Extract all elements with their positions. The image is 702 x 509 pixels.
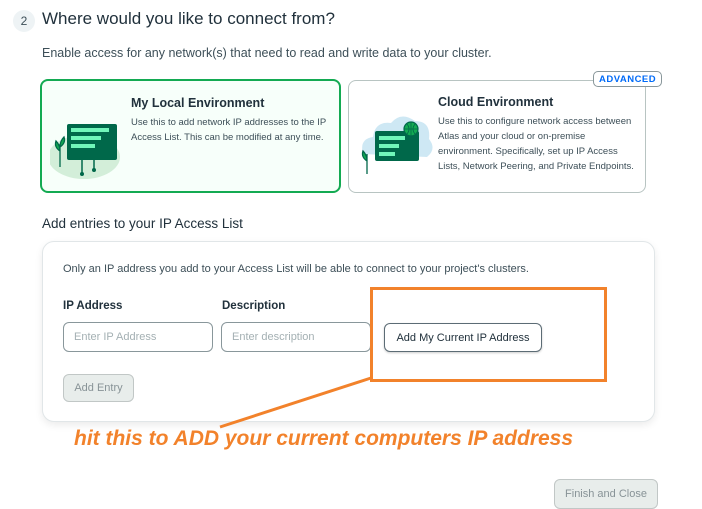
- annotation-highlight-box: [370, 287, 607, 382]
- step-description: Enable access for any network(s) that ne…: [42, 46, 492, 60]
- advanced-badge: ADVANCED: [593, 71, 663, 87]
- access-list-info-text: Only an IP address you add to your Acces…: [63, 263, 529, 275]
- ip-access-list-heading: Add entries to your IP Access List: [42, 216, 243, 231]
- option-description: Use this to configure network access bet…: [438, 116, 634, 172]
- local-environment-illustration-icon: [50, 124, 120, 179]
- ip-address-label: IP Address: [63, 300, 123, 312]
- option-title: Cloud Environment: [438, 95, 554, 109]
- step-number-badge: 2: [13, 10, 35, 32]
- cloud-environment-illustration-icon: [361, 116, 433, 174]
- option-card-local-environment[interactable]: My Local Environment Use this to add net…: [40, 79, 341, 193]
- option-title: My Local Environment: [131, 96, 265, 110]
- option-description: Use this to add network IP addresses to …: [131, 117, 327, 143]
- add-entry-button[interactable]: Add Entry: [63, 374, 134, 402]
- ip-address-input[interactable]: [63, 322, 213, 352]
- finish-and-close-button[interactable]: Finish and Close: [554, 479, 658, 509]
- step-title: Where would you like to connect from?: [42, 9, 335, 28]
- annotation-text: hit this to ADD your current computers I…: [74, 427, 574, 450]
- option-card-cloud-environment[interactable]: Cloud Environment Use this to configure …: [348, 80, 646, 193]
- description-label: Description: [222, 300, 286, 312]
- description-input[interactable]: [221, 322, 371, 352]
